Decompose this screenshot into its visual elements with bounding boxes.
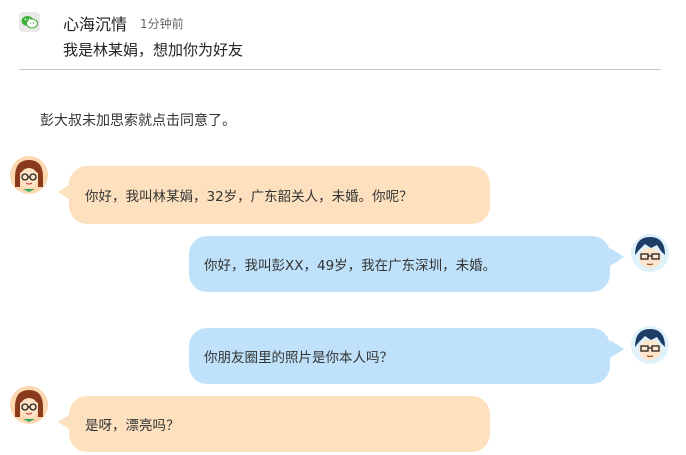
message-text: 你好，我叫彭XX，49岁，我在广东深圳，未婚。 [204,258,497,274]
message-text: 是呀，漂亮吗？ [85,418,180,434]
wechat-icon [19,12,40,32]
chat-bubble-incoming[interactable]: 你好，我叫林某娟，32岁，广东韶关人，未婚。你呢？ [69,166,490,224]
divider [19,69,661,70]
man-avatar-icon [630,233,670,273]
chat-bubble-outgoing[interactable]: 你朋友圈里的照片是你本人吗？ [189,328,610,384]
message-text: 你好，我叫林某娟，32岁，广东韶关人，未婚。你呢？ [85,189,413,205]
bubble-tail [610,248,624,266]
chat-bubble-incoming[interactable]: 是呀，漂亮吗？ [69,396,490,452]
notification-time: 1分钟前 [140,17,184,31]
bubble-tail [610,340,624,358]
man-avatar-icon [630,325,670,365]
notification-message[interactable]: 我是林某娟，想加你为好友 [63,39,243,60]
girl-avatar-icon [9,155,49,195]
narration-text: 彭大叔未加思索就点击同意了。 [40,113,236,129]
chat-bubble-outgoing[interactable]: 你好，我叫彭XX，49岁，我在广东深圳，未婚。 [189,236,610,292]
sender-name: 心海沉情 [63,15,128,34]
girl-avatar-icon [9,385,49,425]
message-text: 你朋友圈里的照片是你本人吗？ [204,350,393,366]
